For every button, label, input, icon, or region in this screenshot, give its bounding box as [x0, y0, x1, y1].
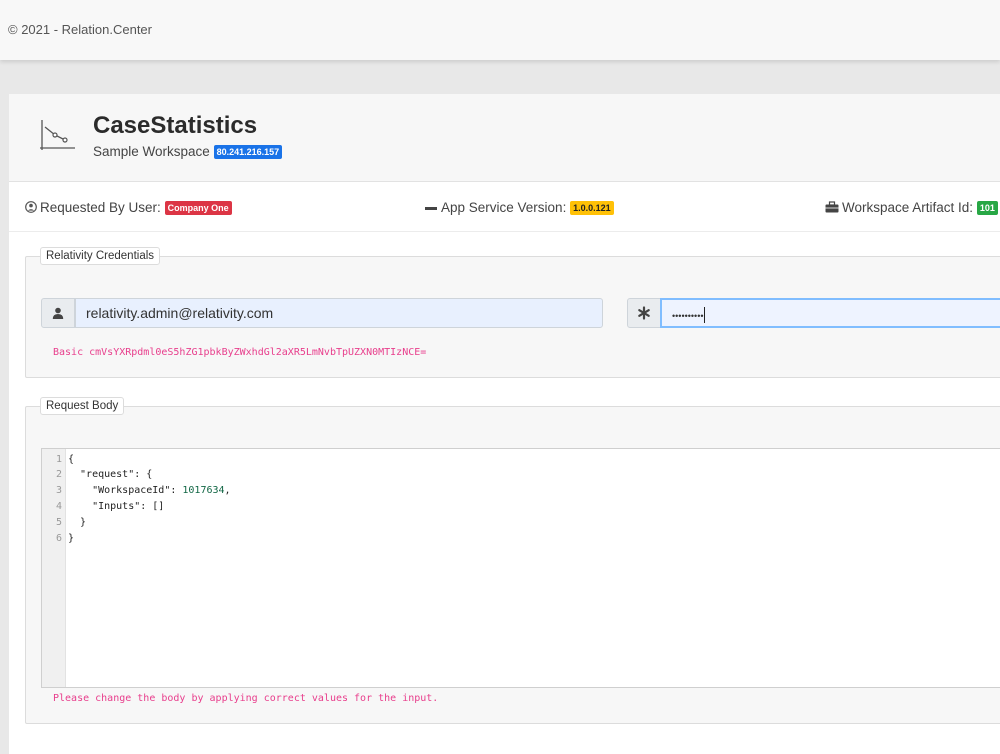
code-text: "Inputs": []	[68, 501, 165, 512]
workspace-name: Sample Workspace	[93, 144, 210, 159]
service-version-label: App Service Version:	[441, 200, 567, 215]
request-body-hint: Please change the body by applying corre…	[53, 693, 439, 704]
line-number: 1	[55, 454, 62, 465]
code-text: {	[68, 454, 75, 465]
requested-by-badge: Company One	[164, 201, 232, 216]
password-input[interactable]: ••••••••••	[660, 298, 1000, 328]
code-text: "request": {	[68, 469, 153, 480]
request-body-fieldset: Request Body 1{ 2 "request": { 3 "Worksp…	[25, 397, 1000, 724]
code-text: "WorkspaceId":	[68, 485, 183, 496]
password-prefix	[627, 298, 661, 328]
workspace-artifact-badge: 101	[976, 201, 998, 216]
workspace-artifact-label: Workspace Artifact Id:	[842, 200, 974, 215]
user-circle-icon	[25, 201, 37, 213]
code-text: }	[68, 533, 75, 544]
code-line: 3 "WorkspaceId": 1017634,	[42, 484, 642, 497]
service-version-badge: 1.0.0.121	[570, 201, 614, 216]
credentials-fieldset: Relativity Credentials •••••••••• Basic …	[25, 247, 1000, 378]
code-text-tail: ,	[224, 485, 231, 496]
text-caret	[703, 307, 705, 324]
username-input[interactable]	[75, 298, 603, 328]
username-prefix	[41, 298, 75, 328]
asterisk-icon	[638, 306, 650, 320]
requested-by-label: Requested By User:	[40, 200, 161, 215]
requested-by: Requested By User: Company One	[25, 200, 232, 216]
request-body-legend: Request Body	[40, 397, 125, 415]
copyright-text: © 2021 - Relation.Center	[8, 22, 152, 37]
ip-badge: 80.241.216.157	[213, 145, 283, 160]
line-number: 4	[55, 501, 62, 512]
briefcase-icon	[825, 201, 839, 213]
code-number: 1017634	[182, 485, 225, 496]
code-line: 1{	[42, 453, 642, 466]
code-line: 4 "Inputs": []	[42, 500, 642, 513]
workspace-artifact: Workspace Artifact Id: 101	[825, 200, 998, 216]
line-number: 6	[55, 533, 62, 544]
credentials-legend: Relativity Credentials	[40, 247, 161, 265]
user-icon	[52, 307, 64, 319]
line-number: 3	[55, 485, 62, 496]
meta-row: Requested By User: Company One App Servi…	[9, 182, 1000, 232]
app-title: CaseStatistics	[93, 112, 258, 139]
code-text: }	[68, 517, 87, 528]
code-line: 2 "request": {	[42, 468, 642, 481]
basic-auth-token: Basic cmVsYXRpdml0eS5hZG1pbkByZWxhdGl2aX…	[53, 347, 427, 358]
minus-icon	[425, 207, 437, 210]
line-chart-icon	[40, 120, 75, 150]
password-masked-value: ••••••••••	[672, 311, 704, 321]
code-editor[interactable]: 1{ 2 "request": { 3 "WorkspaceId": 10176…	[41, 448, 1000, 688]
app-card: CaseStatistics Sample Workspace 80.241.2…	[9, 94, 1000, 754]
footer-bar: © 2021 - Relation.Center	[0, 0, 1000, 60]
code-line: 6}	[42, 532, 642, 545]
service-version: App Service Version: 1.0.0.121	[425, 200, 614, 216]
line-number: 2	[55, 469, 62, 480]
code-text-group: "WorkspaceId": 1017634,	[64, 484, 231, 497]
code-line: 5 }	[42, 516, 642, 529]
line-number: 5	[55, 517, 62, 528]
app-header: CaseStatistics Sample Workspace 80.241.2…	[9, 94, 1000, 182]
app-subtitle: Sample Workspace 80.241.216.157	[93, 144, 283, 160]
